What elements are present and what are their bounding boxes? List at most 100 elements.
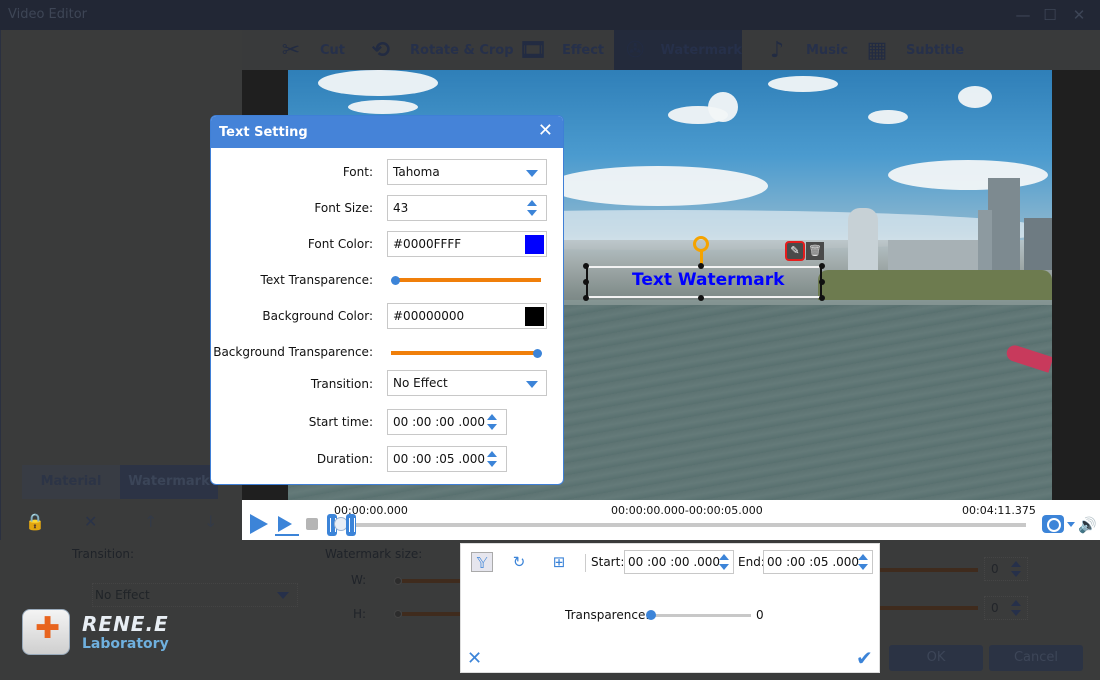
height-spinbox[interactable]: 0 [984, 596, 1028, 620]
transition-value: No Effect [393, 376, 448, 390]
decrement-icon[interactable] [487, 461, 497, 467]
tab-effect[interactable]: 🎞 Effect [518, 30, 604, 70]
maximize-button[interactable]: ☐ [1039, 4, 1061, 26]
text-watermark[interactable]: Text Watermark [632, 270, 784, 290]
tab-music[interactable]: ♪ Music [762, 30, 848, 70]
background-color-label: Background Color: [262, 309, 373, 323]
font-size-spinbox[interactable]: 43 [387, 195, 547, 221]
background-transparence-slider[interactable] [391, 351, 537, 355]
transition-select[interactable]: No Effect [387, 370, 547, 396]
cancel-button[interactable]: Cancel [989, 645, 1083, 671]
start-time-label: Start time: [308, 415, 373, 429]
text-transparence-label: Text Transparence: [260, 273, 373, 287]
range-end-handle[interactable] [346, 514, 356, 536]
fit-grid-icon[interactable]: ⊞ [548, 552, 570, 572]
font-size-value: 43 [393, 201, 409, 215]
music-note-icon: ♪ [769, 37, 785, 63]
tab-rotate-crop[interactable]: ⟲ Rotate & Crop [366, 30, 514, 70]
width-slider[interactable] [402, 579, 460, 583]
scissors-icon: ✂ [281, 37, 301, 63]
rotate-handle[interactable] [693, 236, 709, 252]
increment-icon[interactable] [527, 200, 537, 206]
watermark-size-label: Watermark size: [325, 547, 423, 561]
decrement-icon[interactable] [487, 424, 497, 430]
move-down-icon[interactable]: ↓ [204, 512, 217, 531]
subtitle-icon: ▦ [866, 37, 888, 63]
duration-value: 00 :00 :05 .000 [393, 452, 486, 466]
transition-select[interactable]: No Effect [92, 583, 298, 607]
ok-button[interactable]: OK [889, 645, 983, 671]
tab-watermark-list[interactable]: Watermark [120, 465, 218, 499]
resize-handle-r[interactable] [819, 279, 825, 285]
resize-handle-tl[interactable] [583, 263, 589, 269]
resize-handle-b[interactable] [698, 295, 704, 301]
tab-subtitle[interactable]: ▦ Subtitle [862, 30, 965, 70]
play-selection-icon[interactable] [278, 516, 292, 532]
duration-spinbox[interactable]: 00 :00 :05 .000 [387, 446, 507, 472]
width-slider-knob[interactable] [394, 577, 402, 585]
transparence-slider[interactable] [649, 614, 751, 617]
lock-icon[interactable]: 🔒 [25, 512, 45, 531]
increment-icon[interactable] [487, 414, 497, 420]
font-label: Font: [342, 165, 373, 179]
tab-material[interactable]: Material [22, 465, 120, 499]
background-transparence-knob[interactable] [533, 349, 542, 358]
tab-watermark[interactable]: ✇ Watermark [614, 30, 742, 70]
transparence-label: Transparence: [565, 608, 650, 622]
current-time: 00:00:00.000 [334, 504, 408, 517]
play-icon[interactable] [250, 514, 268, 534]
text-transparence-knob[interactable] [391, 276, 400, 285]
background-transparence-label: Background Transparence: [213, 345, 373, 359]
remove-icon[interactable]: ✕ [84, 512, 97, 531]
font-color-swatch[interactable] [525, 235, 544, 254]
decrement-icon[interactable] [527, 210, 537, 216]
snapshot-camera-icon[interactable] [1042, 515, 1064, 533]
dialog-header: Text Setting ✕ [211, 116, 563, 148]
delete-watermark-button[interactable]: 🗑 [806, 242, 824, 260]
watermark-edit-panel: 𝕐 ↻ ⊞ Start: 00 :00 :00 .000 End: 00 :00… [460, 543, 880, 673]
dialog-close-icon[interactable]: ✕ [538, 120, 553, 141]
cancel-x-icon[interactable]: ✕ [467, 648, 482, 669]
resize-handle-tr[interactable] [819, 263, 825, 269]
tab-label: Watermark [660, 42, 742, 58]
background-color-field[interactable]: #00000000 [387, 303, 547, 329]
window-title: Video Editor [8, 7, 88, 22]
increment-icon[interactable] [487, 451, 497, 457]
close-button[interactable]: ✕ [1068, 4, 1090, 26]
resize-handle-l[interactable] [583, 279, 589, 285]
rotate-icon[interactable]: ↻ [508, 552, 530, 572]
selection-range: 00:00:00.000-00:00:05.000 [611, 504, 763, 517]
resize-handle-bl[interactable] [583, 295, 589, 301]
trash-icon: 🗑 [808, 244, 822, 257]
timeline-track[interactable] [342, 523, 1026, 527]
background-color-swatch[interactable] [525, 307, 544, 326]
height-slider[interactable] [402, 612, 460, 616]
width-slider-right[interactable] [880, 568, 978, 572]
text-setting-dialog: Text Setting ✕ Font: Tahoma Font Size: 4… [210, 115, 564, 485]
stop-icon[interactable] [306, 518, 318, 530]
transparence-slider-knob[interactable] [646, 610, 656, 620]
font-select[interactable]: Tahoma [387, 159, 547, 185]
volume-icon[interactable]: 🔊 [1078, 516, 1097, 534]
resize-handle-t[interactable] [698, 263, 704, 269]
height-slider-right[interactable] [880, 606, 978, 610]
width-spinbox[interactable]: 0 [984, 557, 1028, 581]
goblet-transparence-icon[interactable]: 𝕐 [471, 552, 493, 572]
edit-watermark-button[interactable]: ✎ [785, 241, 805, 261]
logo-subtitle: Laboratory [82, 636, 169, 652]
end-time-spinbox[interactable]: 00 :00 :05 .000 [763, 550, 873, 574]
height-label: H: [353, 607, 367, 621]
tab-cut[interactable]: ✂ Cut [276, 30, 345, 70]
move-up-icon[interactable]: ↑ [144, 512, 157, 531]
height-slider-knob[interactable] [394, 610, 402, 618]
chevron-down-icon [526, 170, 538, 177]
font-color-field[interactable]: #0000FFFF [387, 231, 547, 257]
start-time-spinbox[interactable]: 00 :00 :00 .000 [624, 550, 734, 574]
start-time-spinbox[interactable]: 00 :00 :00 .000 [387, 409, 507, 435]
resize-handle-br[interactable] [819, 295, 825, 301]
transition-label: Transition: [310, 377, 373, 391]
text-transparence-slider[interactable] [395, 278, 541, 282]
snapshot-dropdown-icon[interactable] [1067, 522, 1075, 527]
confirm-check-icon[interactable]: ✔ [856, 646, 873, 670]
minimize-button[interactable]: — [1012, 4, 1034, 26]
